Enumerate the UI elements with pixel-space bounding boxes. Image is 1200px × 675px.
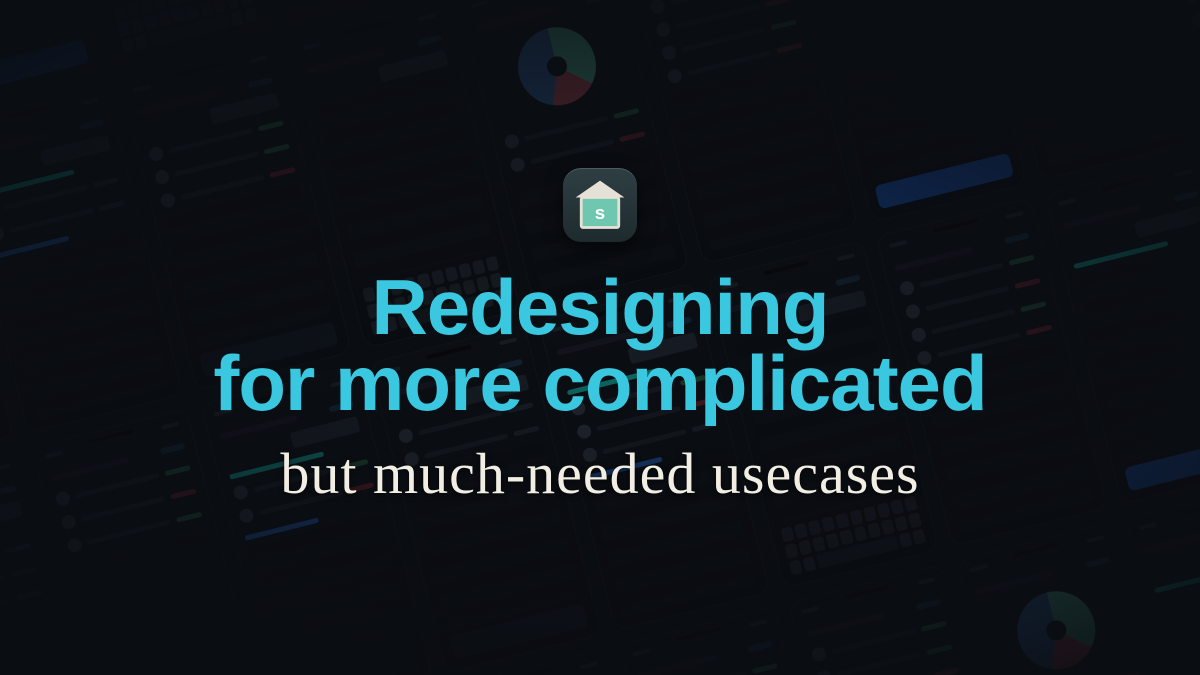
- headline-line-1: Redesigning: [75, 268, 1125, 348]
- app-icon: s: [563, 168, 637, 242]
- svg-text:s: s: [595, 202, 605, 223]
- house-s-icon: s: [570, 175, 630, 235]
- headline-line-2: for more complicated: [75, 344, 1125, 424]
- subtitle-script: but much-needed usecases: [75, 440, 1125, 507]
- hero-banner: s Redesigning for more complicated but m…: [0, 0, 1200, 675]
- headline: Redesigning for more complicated: [75, 268, 1125, 423]
